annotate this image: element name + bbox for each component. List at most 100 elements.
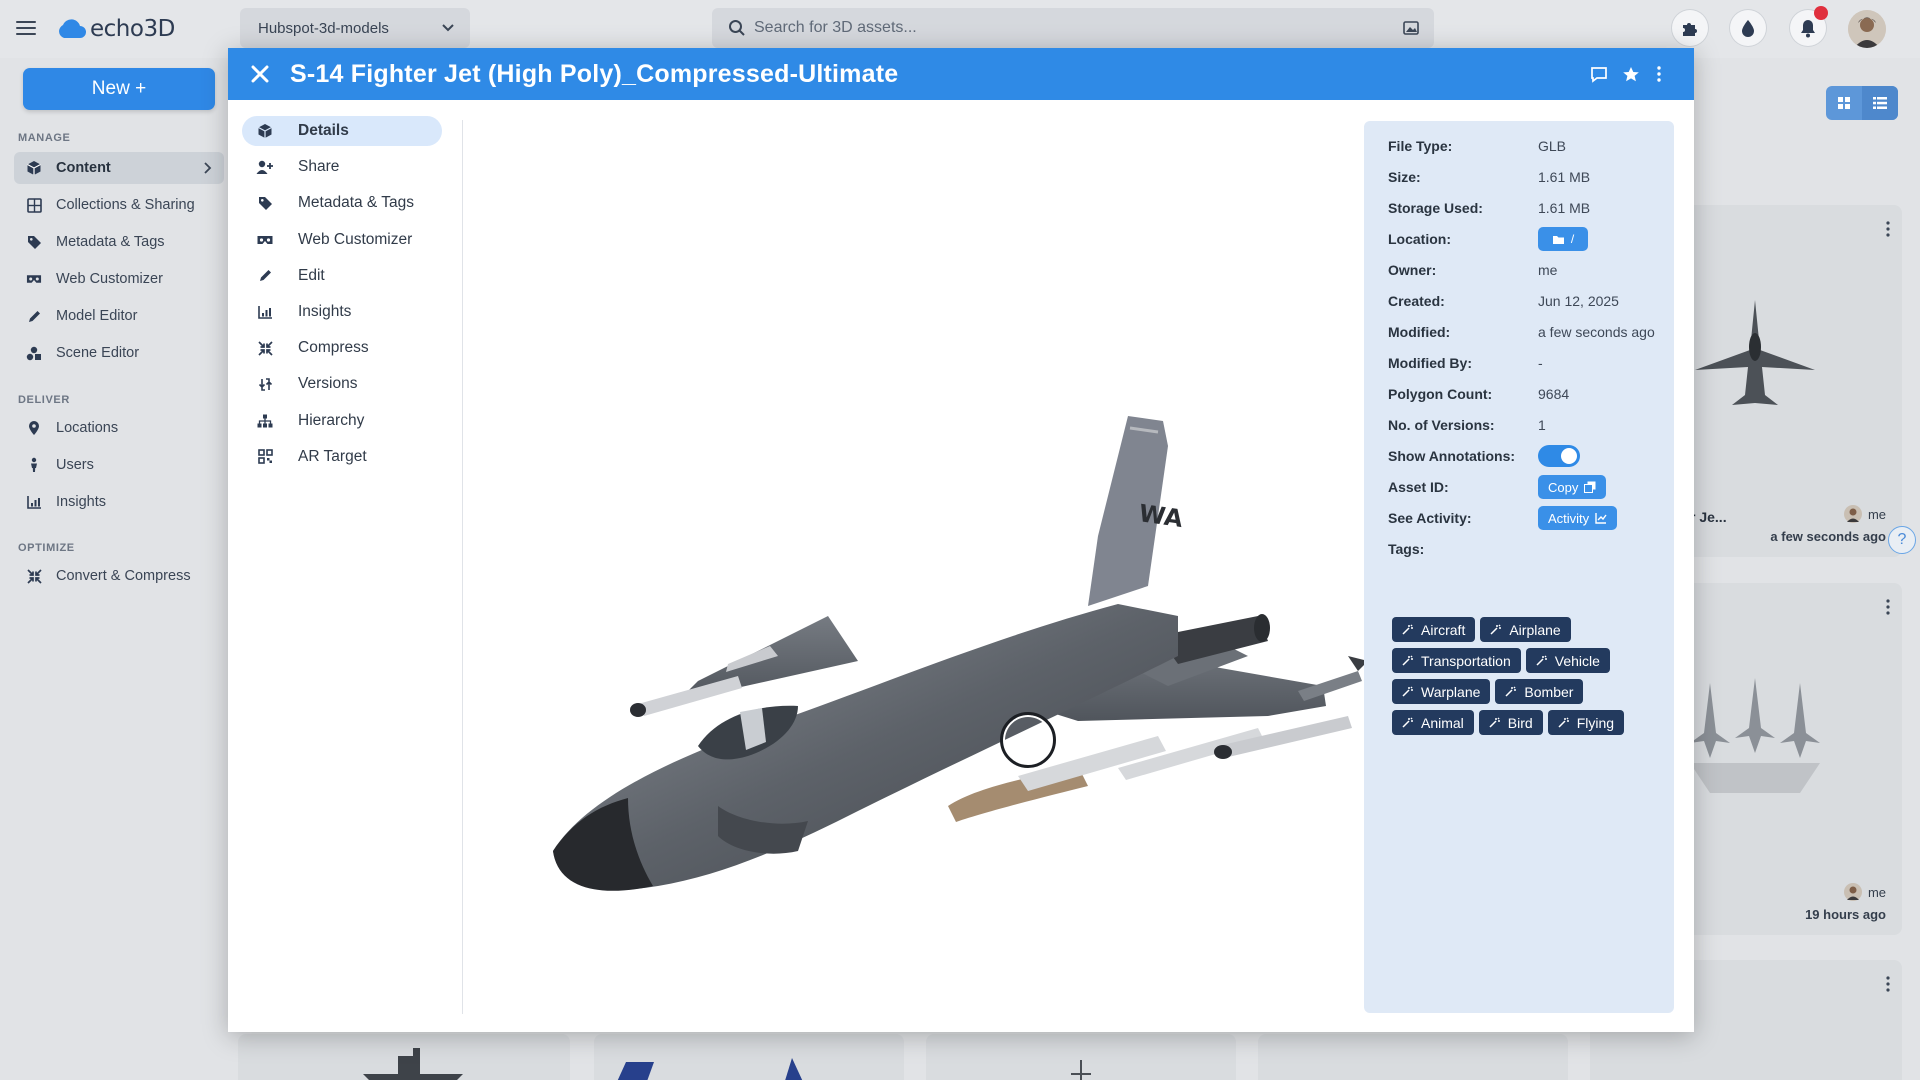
sidebar-item-metadata[interactable]: Metadata & Tags	[14, 226, 224, 258]
star-icon[interactable]	[1621, 64, 1641, 84]
tab-ar-target[interactable]: AR Target	[242, 442, 442, 472]
detail-tags: Tags:	[1388, 541, 1425, 557]
detail-show-annotations: Show Annotations:	[1388, 445, 1668, 467]
new-button[interactable]: New +	[23, 68, 215, 110]
compress-icon	[26, 568, 42, 584]
comment-icon[interactable]	[1589, 64, 1609, 84]
detail-storage: Storage Used: 1.61 MB	[1388, 200, 1591, 216]
sidebar-item-convert-compress[interactable]: Convert & Compress	[14, 560, 224, 592]
jets-formation-thumbnail-icon	[1690, 678, 1820, 793]
tab-share[interactable]: Share	[242, 152, 442, 182]
tag-chip[interactable]: Flying	[1547, 710, 1625, 735]
asset-card[interactable]	[1258, 1034, 1568, 1080]
tag-chip[interactable]: Transportation	[1392, 648, 1521, 673]
asset-details-modal: S-14 Fighter Jet (High Poly)_Compressed-…	[228, 48, 1694, 1032]
tag-chip[interactable]: Animal	[1392, 710, 1474, 735]
tab-hierarchy[interactable]: Hierarchy	[242, 406, 442, 436]
list-view-button[interactable]	[1862, 86, 1898, 120]
card-owner: me	[1867, 884, 1886, 900]
tag-chip[interactable]: Aircraft	[1392, 617, 1476, 642]
grid-view-button[interactable]	[1826, 86, 1862, 120]
model-viewer[interactable]: WA	[478, 116, 1368, 1016]
more-options-icon[interactable]	[1649, 64, 1669, 84]
tag-chip[interactable]: Vehicle	[1525, 648, 1610, 673]
tag-chip[interactable]: Bomber	[1495, 679, 1584, 704]
tab-metadata-tags[interactable]: Metadata & Tags	[242, 188, 442, 218]
versions-icon	[256, 375, 274, 393]
vr-headset-icon	[26, 271, 42, 287]
sidebar-item-collections[interactable]: Collections & Sharing	[14, 189, 224, 221]
tab-details[interactable]: Details	[242, 116, 442, 146]
card-owner: me	[1867, 506, 1886, 522]
tag-chip[interactable]: Warplane	[1392, 679, 1491, 704]
sidebar-item-users[interactable]: Users	[14, 449, 224, 481]
tab-web-customizer[interactable]: Web Customizer	[242, 225, 442, 255]
details-panel: File Type: GLB Size: 1.61 MB Storage Use…	[1364, 121, 1674, 1013]
tab-compress[interactable]: Compress	[242, 333, 442, 363]
magic-wand-icon	[1402, 655, 1413, 666]
asset-card[interactable]	[594, 1034, 904, 1080]
tag-icon	[26, 234, 42, 250]
person-icon	[26, 457, 42, 473]
asset-card[interactable]	[926, 1034, 1236, 1080]
shapes-icon	[26, 345, 42, 361]
owner-value: me	[1538, 262, 1558, 278]
created-value: Jun 12, 2025	[1538, 293, 1619, 309]
notifications-button[interactable]	[1790, 6, 1828, 46]
tag-chip[interactable]: Bird	[1478, 710, 1543, 735]
sidebar-item-label: Locations	[56, 420, 119, 436]
hierarchy-icon	[256, 412, 274, 430]
tab-insights[interactable]: Insights	[242, 297, 442, 327]
location-button[interactable]: /	[1538, 227, 1588, 251]
tab-versions[interactable]: Versions	[242, 369, 442, 399]
sidebar-item-label: Collections & Sharing	[56, 197, 195, 213]
sidebar-item-content[interactable]: Content	[14, 152, 224, 184]
help-button[interactable]: ?	[1888, 526, 1916, 554]
magic-wand-icon	[1402, 686, 1413, 697]
detail-versions: No. of Versions: 1	[1388, 417, 1546, 433]
sidebar-item-insights[interactable]: Insights	[14, 486, 224, 518]
sidebar-item-scene-editor[interactable]: Scene Editor	[14, 337, 224, 369]
plugins-button[interactable]	[1672, 10, 1708, 46]
puzzle-icon	[1683, 23, 1697, 36]
tab-label: Details	[298, 122, 349, 139]
tab-edit[interactable]: Edit	[242, 261, 442, 291]
copy-asset-id-button[interactable]: Copy	[1538, 475, 1607, 499]
search-input[interactable]	[754, 8, 1354, 48]
tag-chip[interactable]: Airplane	[1480, 617, 1571, 642]
sidebar-item-locations[interactable]: Locations	[14, 412, 224, 444]
droplet-button[interactable]	[1730, 10, 1766, 46]
activity-button[interactable]: Activity	[1538, 506, 1618, 530]
magic-wand-icon	[1558, 717, 1569, 728]
project-select[interactable]: Hubspot-3d-models	[240, 8, 470, 48]
polygon-count-value: 9684	[1538, 386, 1570, 402]
detail-file-type: File Type: GLB	[1388, 138, 1567, 154]
toggle-knob	[1561, 448, 1577, 464]
list-view-icon	[1873, 97, 1887, 109]
sidebar-item-label: Web Customizer	[56, 271, 163, 287]
sidebar-item-label: Content	[56, 160, 111, 176]
hamburger-menu-icon[interactable]	[16, 18, 36, 38]
annotations-toggle[interactable]	[1538, 445, 1580, 467]
brand-logo[interactable]: echo3D	[56, 14, 175, 44]
detail-asset-id: Asset ID: Copy	[1388, 475, 1668, 499]
grid-view-icon	[1838, 97, 1850, 109]
pencil-icon	[26, 308, 42, 324]
close-icon[interactable]	[248, 62, 272, 86]
kebab-menu-icon[interactable]	[1886, 976, 1890, 992]
kebab-menu-icon[interactable]	[1886, 221, 1890, 237]
kebab-menu-icon[interactable]	[1886, 599, 1890, 615]
owner-avatar-icon	[1843, 883, 1862, 901]
asset-card[interactable]	[238, 1034, 570, 1080]
sidebar-item-model-editor[interactable]: Model Editor	[14, 300, 224, 332]
magic-wand-icon	[1402, 624, 1413, 635]
user-avatar[interactable]	[1848, 10, 1886, 48]
detail-size: Size: 1.61 MB	[1388, 169, 1591, 185]
chart-icon	[256, 303, 274, 321]
sidebar-item-web-customizer[interactable]: Web Customizer	[14, 263, 224, 295]
tag-icon	[256, 194, 274, 212]
cloud-logo-icon	[59, 19, 86, 38]
avatar-portrait-icon	[1848, 10, 1886, 48]
image-search-icon[interactable]	[1402, 19, 1420, 37]
detail-polygon-count: Polygon Count: 9684	[1388, 386, 1570, 402]
